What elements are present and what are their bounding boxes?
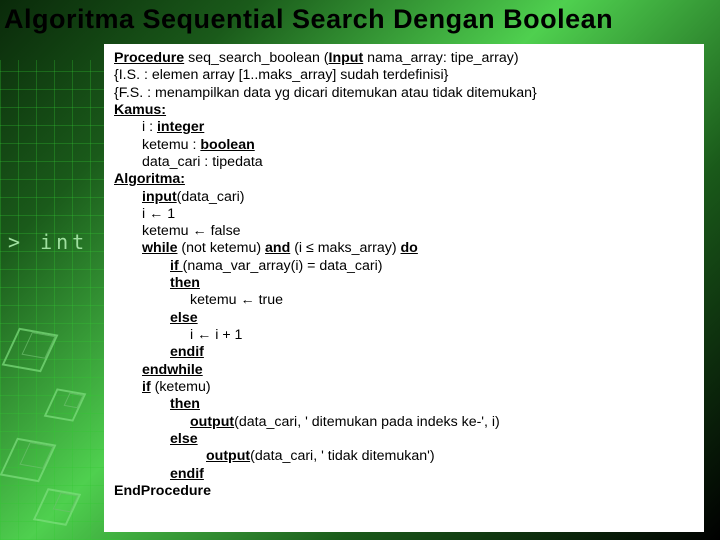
kw-then2: then (170, 396, 200, 412)
comment-fs: {F.S. : menampilkan data yg dicari ditem… (114, 85, 694, 102)
kw-integer: integer (157, 119, 204, 135)
slide-title: Algoritma Sequential Search Dengan Boole… (4, 4, 613, 35)
kw-and: and (265, 240, 290, 256)
kw-endif: endif (170, 344, 204, 360)
kw-boolean: boolean (200, 137, 254, 153)
kw-output2: output (206, 448, 250, 464)
kw-else: else (170, 310, 198, 326)
kw-while: while (142, 240, 177, 256)
code-content: Procedure seq_search_boolean (Input nama… (104, 44, 704, 532)
kw-output: output (190, 414, 234, 430)
kw-then: then (170, 275, 200, 291)
kw-algoritma: Algoritma: (114, 171, 185, 187)
background-code-prompt: > int (8, 230, 88, 254)
kw-input-call: input (142, 189, 177, 205)
kw-endprocedure: EndProcedure (114, 483, 211, 499)
kw-do: do (401, 240, 418, 256)
kw-input: Input (329, 50, 364, 66)
comment-is: {I.S. : elemen array [1..maks_array] sud… (114, 67, 694, 84)
kw-endwhile: endwhile (142, 362, 203, 378)
decorative-cubes (0, 0, 100, 540)
kw-kamus: Kamus: (114, 102, 166, 118)
kw-if2: if (142, 379, 151, 395)
kw-else2: else (170, 431, 198, 447)
kw-if: if (170, 258, 183, 274)
kw-endif2: endif (170, 466, 204, 482)
kw-procedure: Procedure (114, 50, 184, 66)
